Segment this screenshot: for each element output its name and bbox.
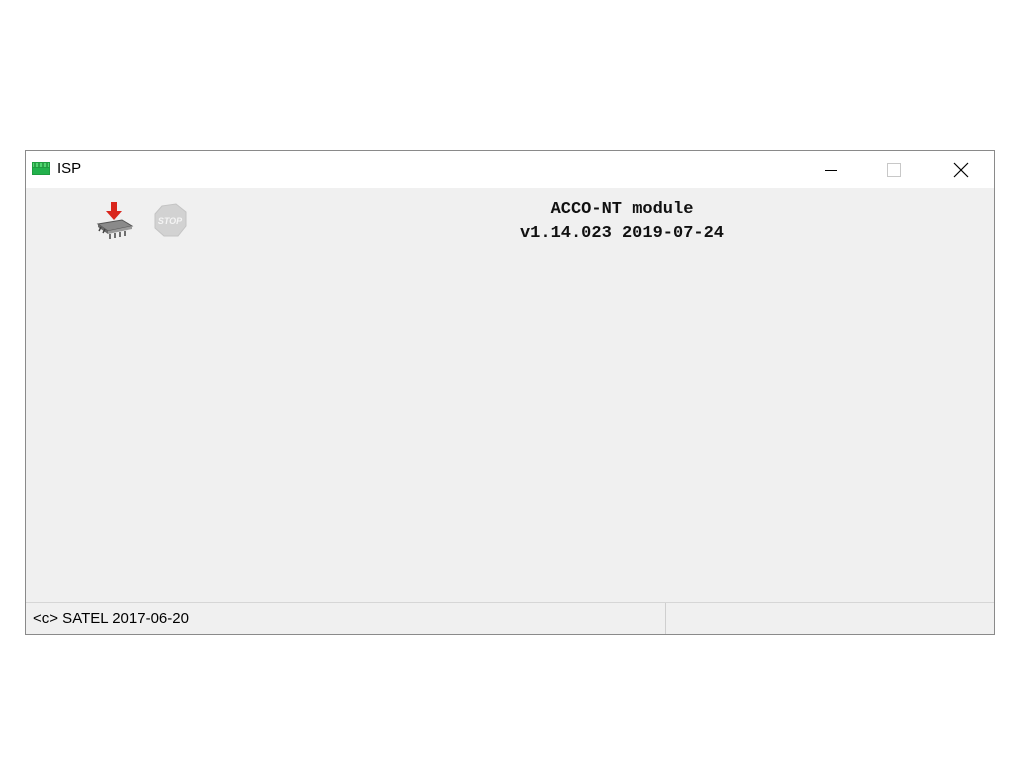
status-pane-copyright: <c> SATEL 2017-06-20: [26, 603, 666, 634]
status-pane-right: [667, 603, 994, 634]
module-version: v1.14.023 2019-07-24: [519, 224, 725, 243]
maximize-icon: [887, 162, 901, 177]
module-info: ACCO-NT module v1.14.023 2019-07-24: [426, 198, 818, 246]
module-name: ACCO-NT module: [550, 200, 694, 219]
program-button[interactable]: [92, 198, 136, 242]
chip-program-icon: [96, 202, 134, 239]
stop-icon: STOP: [154, 203, 187, 237]
window-title: ISP: [57, 160, 82, 177]
client-area: STOP ACCO-NT module v1.14.023 2019-07-24: [26, 188, 994, 602]
close-icon: [953, 162, 969, 177]
isp-app-icon: [32, 162, 50, 175]
close-button[interactable]: [938, 151, 984, 188]
stop-button[interactable]: STOP: [148, 198, 192, 242]
stop-icon-label: STOP: [158, 216, 183, 226]
maximize-button[interactable]: [871, 151, 917, 188]
status-copyright: <c> SATEL 2017-06-20: [33, 610, 189, 627]
title-bar[interactable]: ISP: [26, 151, 994, 188]
minimize-button[interactable]: [808, 151, 854, 188]
minimize-icon: [825, 169, 837, 171]
isp-window: ISP STOP ACCO-NT module v1.14.023 2019-0…: [25, 150, 995, 635]
status-bar: <c> SATEL 2017-06-20: [26, 602, 994, 634]
